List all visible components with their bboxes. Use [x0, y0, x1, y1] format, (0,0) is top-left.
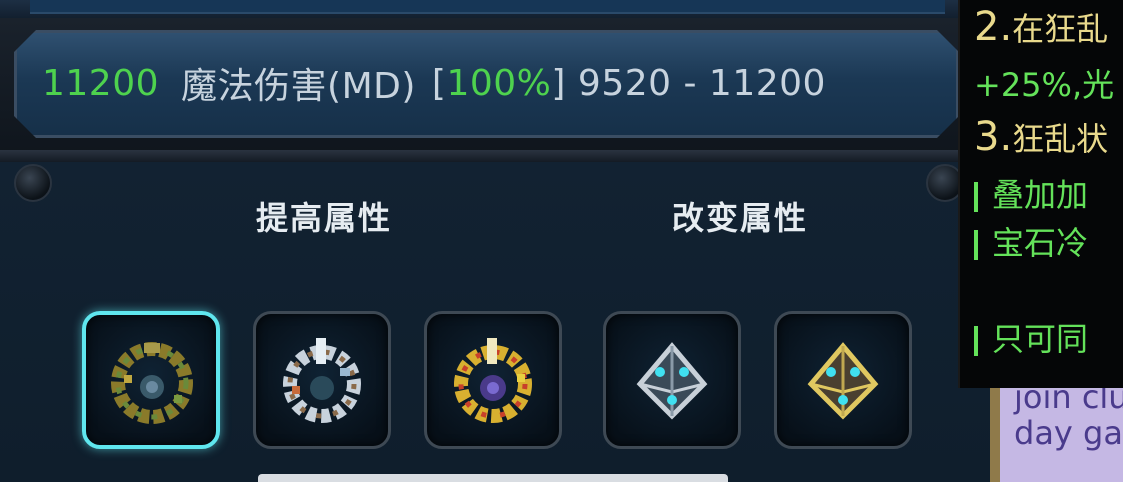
gem-slot-3[interactable] [424, 311, 562, 449]
improve-attributes-title: 提高属性 [256, 199, 393, 237]
gold-gem-icon [454, 338, 532, 423]
skill-tooltip: 2.在狂乱 +25%,光 3.狂乱状 叠加加 宝石冷 只可同 [958, 0, 1123, 388]
crystal-slot-2[interactable] [774, 311, 912, 449]
tooltip-line-3-number: 3. [974, 114, 1013, 160]
silver-crystal-icon [636, 342, 708, 420]
mossy-gem-icon [111, 342, 193, 424]
gem-slot-2[interactable] [253, 311, 391, 449]
tooltip-line-2b: +25%,光 [974, 66, 1115, 104]
change-attributes-title: 改变属性 [672, 199, 809, 237]
crystal-slot-1[interactable] [603, 311, 741, 449]
chat-line-1: join clu [1014, 388, 1123, 416]
frost-gem-icon [283, 338, 361, 423]
gold-crystal-icon [807, 342, 879, 420]
tooltip-line-2: 2.在狂乱 [974, 4, 1108, 50]
stat-name: 魔法伤害(MD) [181, 66, 416, 107]
tooltip-bullet-1: 叠加加 [974, 170, 1088, 216]
tooltip-line-3: 3.狂乱状 [974, 114, 1108, 160]
stat-range: 9520 - 11200 [577, 62, 826, 104]
tooltip-bullet-2: 宝石冷 [974, 218, 1088, 264]
stat-value: 11200 [42, 62, 160, 104]
tooltip-bullet-3: 只可同 [974, 314, 1088, 360]
confirm-bar-edge[interactable] [258, 474, 728, 482]
bracket-close: ] [551, 62, 566, 104]
bracket-open: [ [431, 62, 447, 104]
tooltip-line-3-text: 狂乱状 [1012, 120, 1109, 158]
stat-line: 11200 魔法伤害(MD) [100%] 9520 - 11200 [42, 58, 826, 108]
chat-panel: join clu day ga [990, 388, 1123, 482]
tooltip-bullet-3-text: 只可同 [992, 320, 1089, 358]
chat-line-2: day ga [1014, 414, 1123, 452]
rivet-left-icon [14, 164, 52, 202]
tooltip-line-2-text: 在狂乱 [1012, 10, 1109, 48]
panel-top-border [0, 150, 990, 162]
gem-slot-1[interactable] [82, 311, 220, 449]
stat-percent: 100% [446, 62, 552, 104]
tooltip-line-2-number: 2. [974, 4, 1013, 50]
tooltip-bullet-1-text: 叠加加 [992, 176, 1089, 214]
tooltip-bullet-2-text: 宝石冷 [992, 224, 1089, 262]
